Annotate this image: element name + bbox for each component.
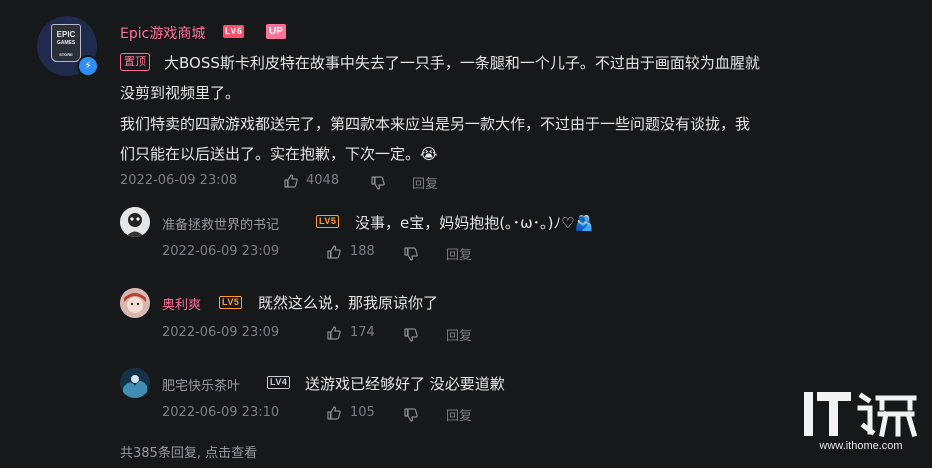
timestamp: 2022-06-09 23:10 — [162, 405, 280, 420]
epic-games-logo: EPIC GAMES STORE — [51, 24, 81, 62]
username[interactable]: 准备拯救世界的书记 — [162, 214, 279, 233]
reply-text: 既然这么说，那我原谅你了 — [258, 294, 439, 312]
ithome-logo-icon — [804, 392, 918, 438]
level-badge: LV4 — [267, 376, 291, 389]
watermark-url: www.ithome.com — [819, 440, 903, 452]
avatar-image — [120, 368, 150, 398]
username[interactable]: 肥宅快乐茶叶 — [162, 375, 240, 394]
reply-text: 没事，e宝，妈妈抱抱(｡･ω･｡)ﾉ♡🫂 — [355, 214, 594, 232]
comment-text-line: 没剪到视频里了。 — [120, 84, 241, 102]
timestamp: 2022-06-09 23:09 — [162, 244, 280, 259]
avatar-image — [120, 207, 150, 237]
thumbs-up-icon[interactable] — [283, 173, 299, 189]
comment-text-line: 我们特卖的四款游戏都送完了，第四款本来应当是另一款大作，不过由于一些问题没有谈拢… — [120, 115, 751, 133]
reply-button[interactable]: 回复 — [446, 405, 472, 424]
thumbs-down-icon[interactable] — [370, 175, 386, 191]
crying-emoji-icon: 😭 — [420, 145, 438, 163]
pinned-badge: 置顶 — [120, 53, 150, 71]
thumbs-up-icon[interactable] — [326, 325, 342, 341]
timestamp: 2022-06-09 23:08 — [120, 173, 238, 188]
thumbs-down-icon[interactable] — [403, 246, 419, 262]
level-badge: LV5 — [316, 215, 340, 228]
ithome-watermark: www.ithome.com — [802, 388, 920, 460]
thumbs-down-icon[interactable] — [403, 407, 419, 423]
level-badge: LV6 — [223, 25, 245, 38]
verified-icon: ⚡ — [77, 55, 99, 77]
view-all-replies-link[interactable]: 共385条回复, 点击查看 — [120, 442, 257, 461]
username[interactable]: 奥利爽 — [162, 294, 201, 313]
level-badge: LV5 — [219, 296, 243, 309]
avatar[interactable] — [120, 368, 150, 398]
reply-button[interactable]: 回复 — [412, 173, 438, 192]
thumbs-up-icon[interactable] — [326, 244, 342, 260]
reply-button[interactable]: 回复 — [446, 244, 472, 263]
avatar-image — [120, 288, 150, 318]
thumbs-up-icon[interactable] — [326, 405, 342, 421]
reply-text: 送游戏已经够好了 没必要道歉 — [305, 375, 505, 393]
reply-button[interactable]: 回复 — [446, 325, 472, 344]
comment-text-line: 大BOSS斯卡利皮特在故事中失去了一只手，一条腿和一个儿子。不过由于画面较为血腥… — [164, 54, 760, 72]
avatar[interactable] — [120, 207, 150, 237]
comment-text-line: 们只能在以后送出了。实在抱歉，下次一定。😭 — [120, 145, 438, 163]
like-count: 105 — [350, 405, 375, 420]
timestamp: 2022-06-09 23:09 — [162, 325, 280, 340]
like-count: 174 — [350, 325, 375, 340]
username[interactable]: Epic游戏商城 — [120, 23, 205, 43]
like-count: 188 — [350, 244, 375, 259]
up-badge: UP — [266, 24, 286, 39]
avatar[interactable] — [120, 288, 150, 318]
like-count: 4048 — [306, 173, 340, 188]
thumbs-down-icon[interactable] — [403, 327, 419, 343]
